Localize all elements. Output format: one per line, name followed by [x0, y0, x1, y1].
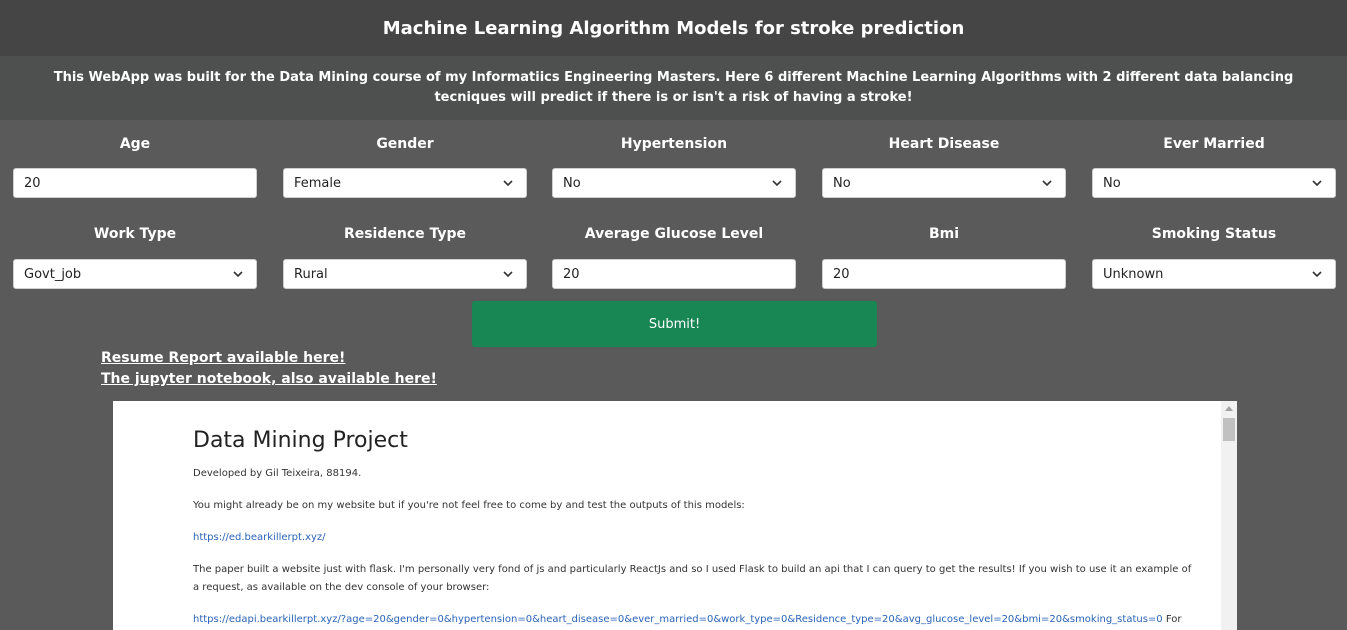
residence-type-value: Rural — [294, 266, 328, 282]
age-value: 20 — [24, 175, 41, 191]
scroll-up-arrow-icon[interactable] — [1225, 406, 1233, 411]
ever-married-select[interactable]: No — [1092, 168, 1336, 198]
bmi-value: 20 — [833, 266, 850, 282]
page-title: Machine Learning Algorithm Models for st… — [382, 17, 965, 39]
age-input[interactable]: 20 — [13, 168, 257, 198]
report-api-paragraph: https://edapi.bearkillerpt.xyz/?age=20&g… — [193, 611, 1193, 630]
hypertension-value: No — [563, 175, 581, 191]
heart-disease-label: Heart Disease — [888, 136, 1000, 152]
smoking-status-value: Unknown — [1103, 266, 1164, 282]
chevron-down-icon — [503, 180, 513, 187]
bmi-label: Bmi — [928, 226, 960, 242]
chevron-down-icon — [772, 180, 782, 187]
residence-type-label: Residence Type — [343, 226, 467, 242]
jupyter-notebook-link[interactable]: The jupyter notebook, also available her… — [101, 371, 437, 387]
report-author: Developed by Gil Teixeira, 88194. — [193, 468, 362, 479]
ever-married-value: No — [1103, 175, 1121, 191]
heart-disease-value: No — [833, 175, 851, 191]
smoking-status-label: Smoking Status — [1151, 226, 1277, 242]
hypertension-select[interactable]: No — [552, 168, 796, 198]
chevron-down-icon — [1042, 180, 1052, 187]
chevron-down-icon — [1312, 271, 1322, 278]
gender-select[interactable]: Female — [283, 168, 527, 198]
resume-report-link[interactable]: Resume Report available here! — [101, 350, 345, 366]
page-description: This WebApp was built for the Data Minin… — [53, 70, 1294, 105]
report-site-paragraph: https://ed.bearkillerpt.xyz/ — [193, 529, 1193, 547]
report-intro: You might already be on my website but i… — [193, 500, 745, 511]
embedded-report-frame[interactable]: Data Mining Project Developed by Gil Tei… — [113, 401, 1237, 630]
age-label: Age — [119, 136, 151, 152]
scrollbar-thumb[interactable] — [1223, 418, 1235, 441]
work-type-select[interactable]: Govt_job — [13, 259, 257, 289]
submit-button[interactable]: Submit! — [472, 301, 877, 347]
residence-type-select[interactable]: Rural — [283, 259, 527, 289]
chevron-down-icon — [503, 271, 513, 278]
chevron-down-icon — [1312, 180, 1322, 187]
avg-glucose-input[interactable]: 20 — [552, 259, 796, 289]
avg-glucose-value: 20 — [563, 266, 580, 282]
smoking-status-select[interactable]: Unknown — [1092, 259, 1336, 289]
hypertension-label: Hypertension — [620, 136, 728, 152]
report-title: Data Mining Project — [193, 428, 408, 453]
work-type-value: Govt_job — [24, 266, 82, 282]
ever-married-label: Ever Married — [1163, 136, 1265, 152]
chevron-down-icon — [233, 271, 243, 278]
gender-value: Female — [294, 175, 342, 191]
description-bar: This WebApp was built for the Data Minin… — [0, 56, 1347, 120]
bmi-input[interactable]: 20 — [822, 259, 1066, 289]
report-scrollbar[interactable] — [1221, 401, 1237, 630]
heart-disease-select[interactable]: No — [822, 168, 1066, 198]
gender-label: Gender — [376, 136, 434, 152]
report-content: Data Mining Project Developed by Gil Tei… — [193, 428, 1193, 630]
work-type-label: Work Type — [93, 226, 177, 242]
report-api-text: The paper built a website just with flas… — [193, 564, 1192, 593]
website-link[interactable]: https://ed.bearkillerpt.xyz/ — [193, 532, 326, 543]
api-example-link[interactable]: https://edapi.bearkillerpt.xyz/?age=20&g… — [193, 614, 1163, 625]
header-bar: Machine Learning Algorithm Models for st… — [0, 0, 1347, 56]
avg-glucose-label: Average Glucose Level — [584, 226, 764, 242]
